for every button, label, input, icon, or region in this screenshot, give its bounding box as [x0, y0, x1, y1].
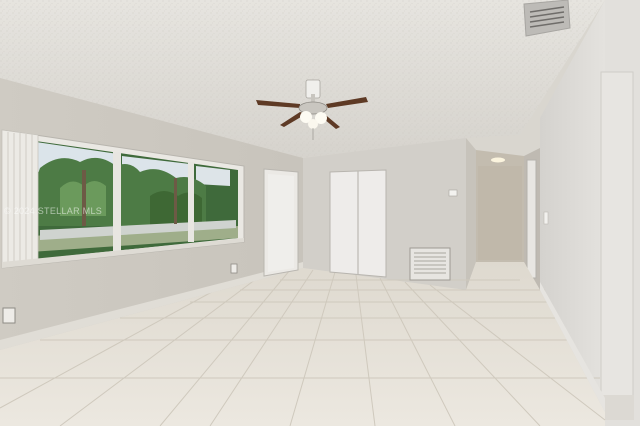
- closet-doors: [329, 169, 387, 278]
- room-photo: © 2024 STELLAR MLS: [0, 0, 640, 426]
- wall-vent: [409, 247, 451, 281]
- thermostat: [448, 189, 458, 197]
- door: [263, 168, 299, 277]
- watermark: © 2024 STELLAR MLS: [4, 206, 103, 216]
